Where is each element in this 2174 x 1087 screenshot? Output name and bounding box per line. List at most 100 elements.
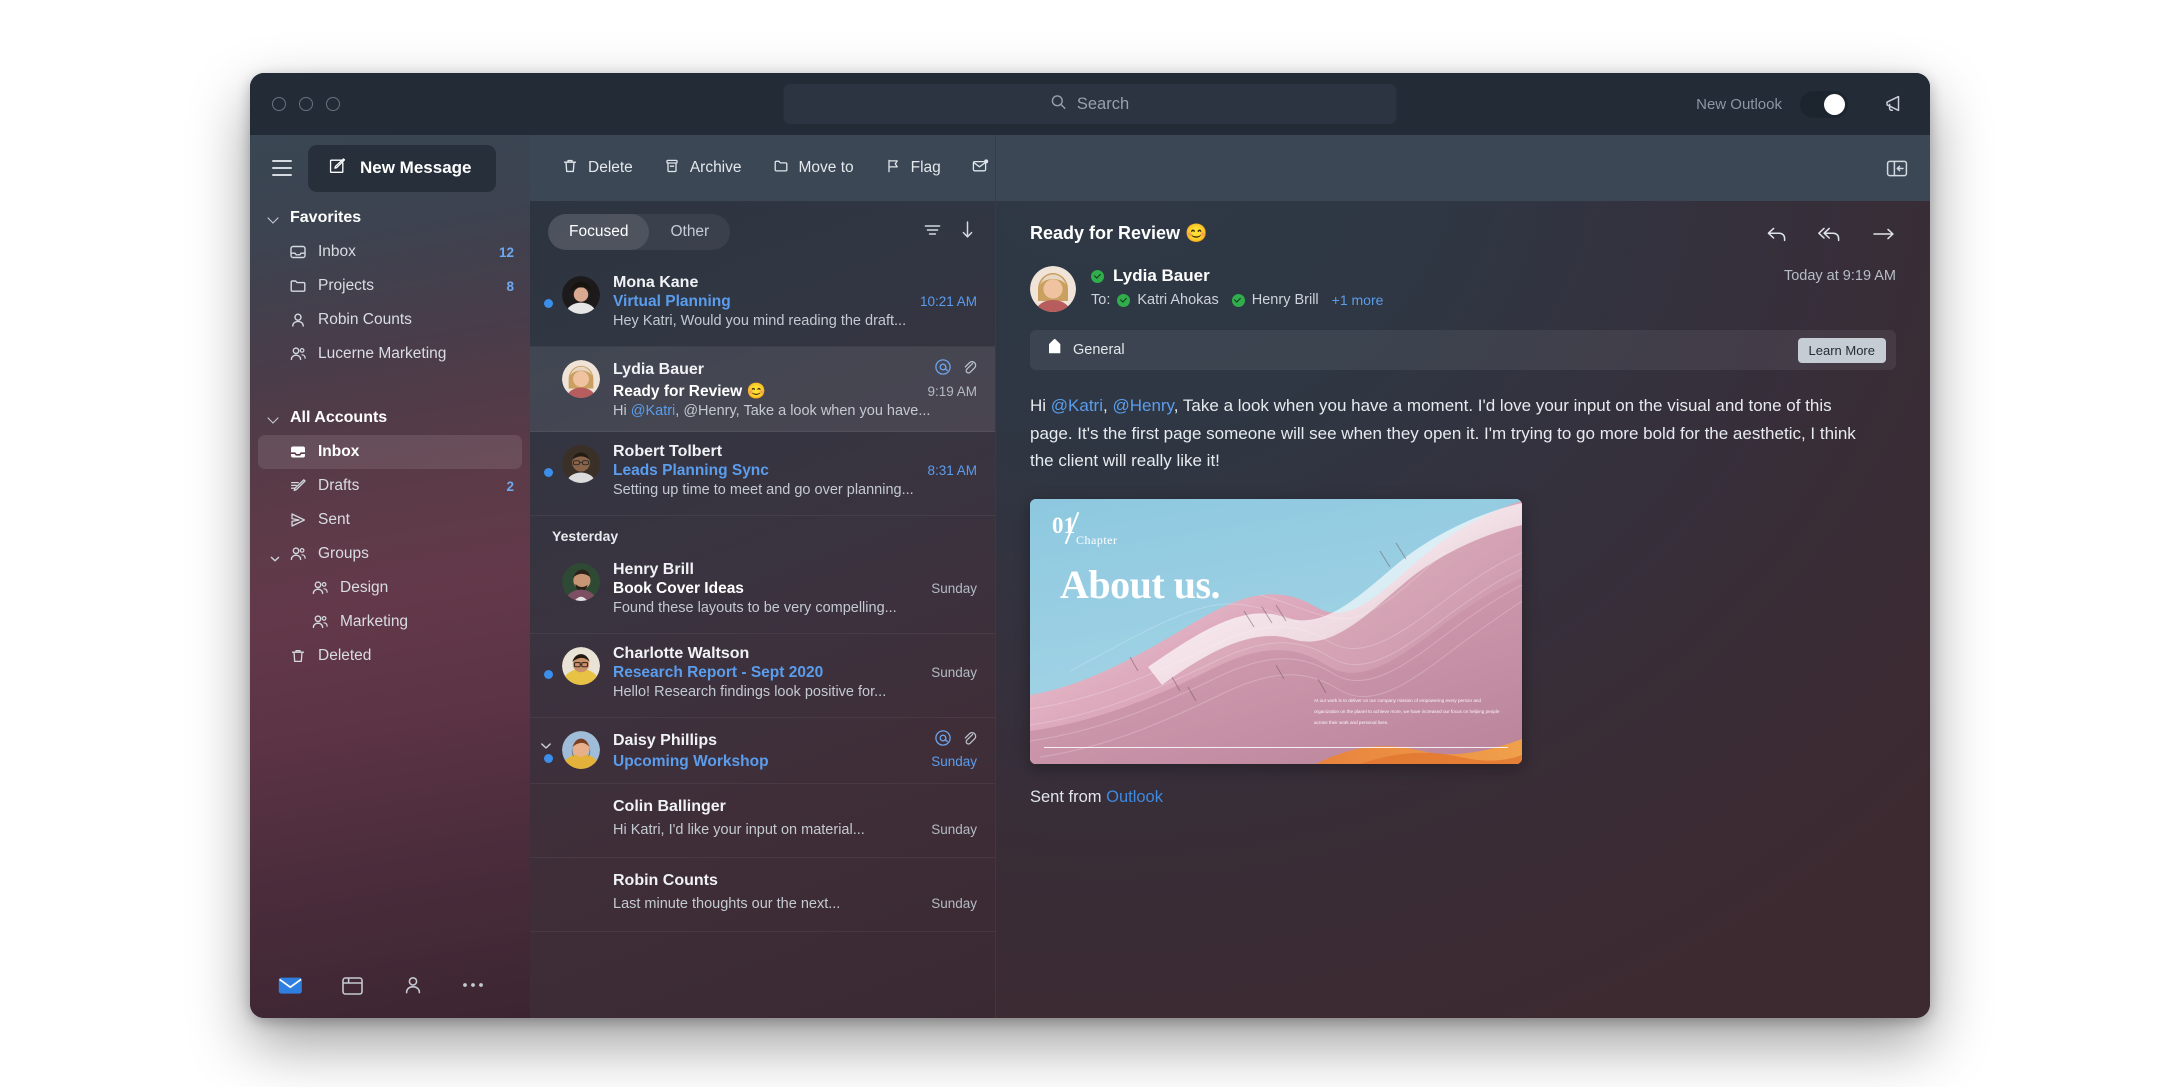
screenshot-root: Search New Outlook New Message Favorites… — [0, 0, 2174, 1087]
message-preview: Hey Katri, Would you mind reading the dr… — [613, 313, 907, 329]
attachment-preview-image[interactable]: 01 Chapter About us. At our work is to d… — [1030, 499, 1522, 765]
flag-button[interactable]: Flag — [871, 149, 954, 188]
tab-other[interactable]: Other — [649, 214, 730, 250]
avatar — [562, 731, 600, 769]
slide-chapter-label: Chapter — [1076, 533, 1118, 548]
sidebar-item-groups[interactable]: Groups — [258, 537, 522, 571]
body-mention-henry[interactable]: @Henry — [1112, 396, 1173, 415]
sidebar-item-sent[interactable]: Sent — [258, 503, 522, 537]
message-subject: Ready for Review 😊 — [613, 383, 766, 400]
reply-all-icon[interactable] — [1818, 225, 1842, 243]
message-list-item[interactable]: Charlotte Waltson Research Report - Sept… — [530, 634, 995, 718]
body-greeting: Hi — [1030, 396, 1051, 415]
chevron-down-icon[interactable] — [270, 550, 280, 562]
group-icon — [310, 613, 329, 632]
avatar — [562, 445, 600, 483]
more-recipients-link[interactable]: +1 more — [1332, 292, 1384, 308]
inbox-filled-icon — [288, 443, 307, 462]
new-outlook-toggle[interactable] — [1800, 90, 1848, 118]
sidebar-item-label: Deleted — [318, 647, 372, 664]
trash-icon — [561, 157, 579, 180]
tab-focused[interactable]: Focused — [548, 214, 650, 250]
group-icon — [288, 345, 307, 364]
folder-icon — [772, 157, 790, 180]
mail-icon[interactable] — [278, 976, 303, 995]
sidebar-section-favorites[interactable]: Favorites — [250, 201, 530, 235]
search-input[interactable]: Search — [783, 84, 1397, 124]
message-content: Henry Brill Book Cover Ideas Sunday Foun… — [613, 561, 977, 621]
recipient-name: Katri Ahokas — [1137, 292, 1219, 308]
forward-icon[interactable] — [1872, 226, 1896, 242]
message-list-item[interactable]: Lydia Bauer Ready for Review 😊 9:19 AM H… — [530, 347, 995, 432]
avatar — [1030, 266, 1076, 312]
sidebar-item-lucerne-marketing[interactable]: Lucerne Marketing — [258, 337, 522, 371]
presence-indicator — [1091, 269, 1104, 283]
email-timestamp: Today at 9:19 AM — [1783, 268, 1896, 284]
focused-other-pivot: Focused Other — [548, 214, 731, 250]
calendar-icon[interactable] — [341, 975, 364, 996]
message-subject: Virtual Planning — [613, 293, 731, 310]
message-list-header: Focused Other — [530, 201, 995, 263]
avatar — [562, 360, 600, 398]
chevron-down-icon — [268, 412, 280, 424]
filter-icon[interactable] — [923, 222, 942, 243]
sidebar-item-robin-counts[interactable]: Robin Counts — [258, 303, 522, 337]
preview-mention: @Katri — [630, 403, 676, 419]
sidebar-item-marketing[interactable]: Marketing — [258, 605, 522, 639]
message-list-item[interactable]: Colin Ballinger Hi Katri, I'd like your … — [530, 784, 995, 858]
attachment-icon — [961, 729, 977, 752]
unread-indicator — [544, 299, 553, 308]
reply-icon[interactable] — [1766, 225, 1788, 243]
sidebar-section-all-accounts[interactable]: All Accounts — [250, 401, 530, 435]
message-list-item[interactable]: Robert Tolbert Leads Planning Sync 8:31 … — [530, 432, 995, 516]
sidebar-item-inbox[interactable]: Inbox — [258, 435, 522, 469]
chevron-down-icon[interactable] — [540, 738, 552, 749]
message-sender: Henry Brill — [613, 561, 694, 578]
new-message-button[interactable]: New Message — [308, 144, 496, 192]
archive-button[interactable]: Archive — [650, 149, 755, 188]
message-list-item[interactable]: Henry Brill Book Cover Ideas Sunday Foun… — [530, 550, 995, 634]
minimize-button[interactable] — [299, 97, 313, 111]
sidebar-section-label: All Accounts — [290, 409, 388, 426]
title-bar: Search New Outlook — [250, 73, 1930, 135]
email-sender-name: Lydia Bauer — [1113, 266, 1210, 285]
maximize-button[interactable] — [326, 97, 340, 111]
megaphone-icon[interactable] — [1884, 93, 1908, 115]
message-subject: Leads Planning Sync — [613, 462, 769, 479]
email-subject: Ready for Review 😊 — [1030, 223, 1208, 243]
sidebar-item-deleted[interactable]: Deleted — [258, 639, 522, 673]
message-sender: Robin Counts — [613, 872, 718, 889]
unread-indicator — [544, 670, 553, 679]
message-subject: Upcoming Workshop — [613, 753, 769, 770]
move-to-button[interactable]: Move to — [759, 149, 867, 188]
message-content: Mona Kane Virtual Planning 10:21 AM Hey … — [613, 274, 977, 334]
trash-icon — [288, 647, 307, 666]
sidebar-item-projects[interactable]: Projects 8 — [258, 269, 522, 303]
outlook-link[interactable]: Outlook — [1106, 788, 1163, 806]
learn-more-button[interactable]: Learn More — [1797, 337, 1886, 363]
more-icon[interactable] — [462, 981, 484, 989]
signature-prefix: Sent from — [1030, 788, 1107, 807]
panel-collapse-icon[interactable] — [1886, 159, 1908, 178]
message-list-item[interactable]: Mona Kane Virtual Planning 10:21 AM Hey … — [530, 263, 995, 347]
sidebar-item-label: Inbox — [318, 443, 360, 460]
delete-button[interactable]: Delete — [548, 149, 646, 188]
compose-icon — [328, 156, 347, 180]
message-sender: Lydia Bauer — [613, 360, 704, 378]
avatar-placeholder — [562, 798, 600, 845]
people-icon[interactable] — [402, 974, 424, 996]
close-button[interactable] — [272, 97, 286, 111]
reading-pane: Ready for Review 😊 Lydia Bauer Today at … — [995, 135, 1930, 1018]
hamburger-icon[interactable] — [272, 160, 292, 176]
message-list-item[interactable]: Daisy Phillips Upcoming Workshop Sunday — [530, 718, 995, 784]
message-list-item[interactable]: Robin Counts Last minute thoughts our th… — [530, 858, 995, 932]
avatar — [562, 276, 600, 314]
sidebar-item-favorites-inbox[interactable]: Inbox 12 — [258, 235, 522, 269]
avatar — [562, 563, 600, 601]
sidebar-item-design[interactable]: Design — [258, 571, 522, 605]
body-mention-katri[interactable]: @Katri — [1051, 396, 1103, 415]
mention-icon — [934, 729, 952, 752]
sidebar-item-drafts[interactable]: Drafts 2 — [258, 469, 522, 503]
sort-descending-icon[interactable] — [960, 220, 975, 244]
message-list[interactable]: Mona Kane Virtual Planning 10:21 AM Hey … — [530, 263, 995, 1018]
